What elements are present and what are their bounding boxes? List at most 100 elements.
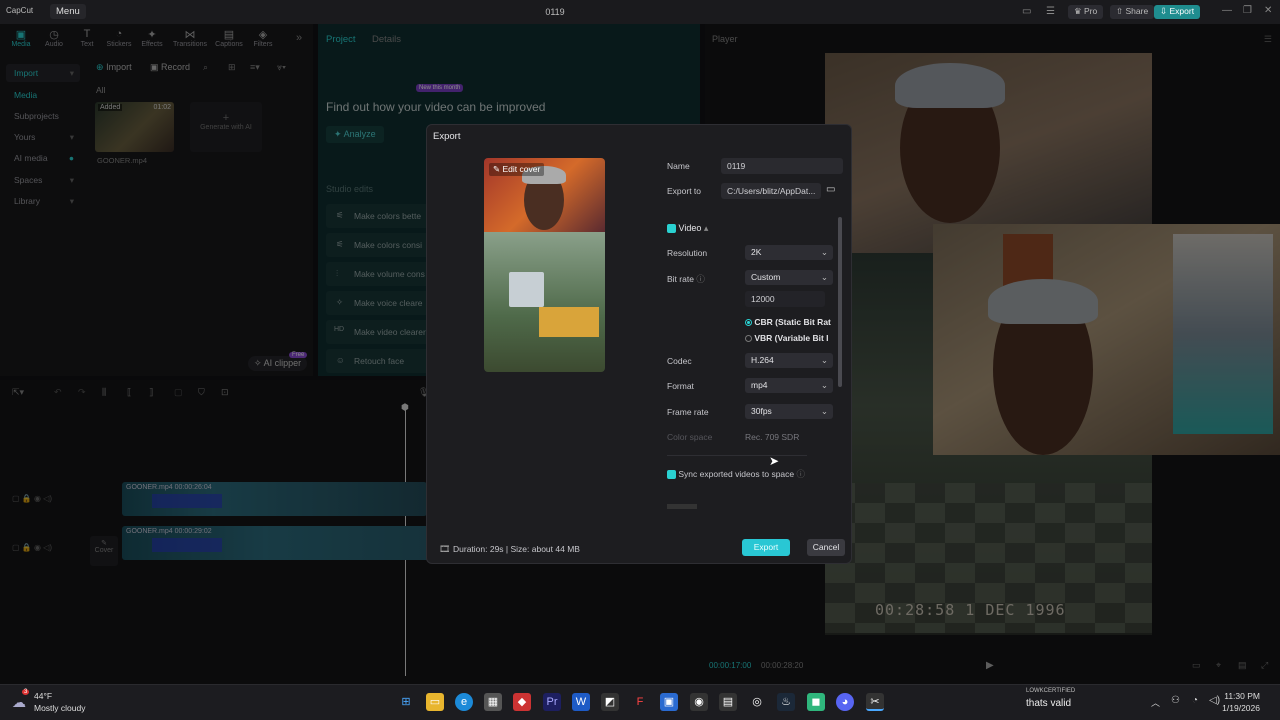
weather-badge: 3 [22, 689, 30, 695]
share-label: Share [1125, 6, 1149, 16]
collapse-icon: ▴ [703, 223, 709, 233]
bitrate-label-wrap: Bit rate ⓘ [667, 273, 705, 285]
colorspace-value: Rec. 709 SDR [745, 432, 800, 442]
file-explorer-icon[interactable]: ▭ [426, 693, 444, 711]
sync-checkbox[interactable] [667, 470, 676, 480]
codec-value: H.264 [751, 355, 774, 365]
window-title: 0119 [545, 7, 565, 17]
tray-chevron-icon[interactable]: ︿ [1151, 696, 1160, 709]
sync-label: Sync exported videos to space [678, 469, 795, 479]
edge-icon[interactable]: e [455, 693, 473, 711]
export-dialog: Export ✎ Edit cover Name 0119 Export to … [426, 124, 852, 564]
cover-preview[interactable]: ✎ Edit cover [484, 158, 605, 372]
chevron-down-icon: ⌄ [820, 272, 828, 282]
info-icon[interactable]: ⓘ [696, 274, 705, 284]
maximize-icon[interactable]: ❐ [1243, 5, 1252, 16]
export-path-value: C:/Users/blitz/AppDat... [727, 186, 816, 196]
bitrate-select[interactable]: Custom ⌄ [745, 270, 833, 285]
volume-icon[interactable]: ◁) [1209, 695, 1220, 706]
video-section-label: Video [678, 223, 702, 233]
name-label: Name [667, 161, 690, 171]
export-to-label: Export to [667, 186, 702, 196]
export-path-input[interactable]: C:/Users/blitz/AppDat... [721, 183, 821, 199]
framerate-value: 30fps [751, 406, 772, 416]
wifi-icon[interactable]: ◔ [1192, 695, 1198, 706]
minimize-icon[interactable]: — [1222, 5, 1232, 16]
resolution-value: 2K [751, 247, 762, 257]
dialog-scrollbar[interactable] [838, 217, 842, 387]
photos-icon[interactable]: ▣ [660, 693, 678, 711]
bitrate-label: Bit rate [667, 274, 694, 284]
taskbar: ☁ 3 44°F Mostly cloudy ⊞ ▭ e ▦ ◆ Pr W ◩ … [0, 684, 1280, 720]
list-icon[interactable]: ☰ [1046, 6, 1055, 17]
steam-icon[interactable]: ♨ [777, 693, 795, 711]
pro-button[interactable]: ♛ Pro [1068, 5, 1104, 19]
antivirus-icon[interactable]: ◆ [513, 693, 531, 711]
mouse-cursor-icon: ➤ [769, 454, 780, 468]
word-icon[interactable]: W [572, 693, 590, 711]
cancel-button[interactable]: Cancel [807, 539, 845, 556]
notification-text[interactable]: thats valid [1026, 698, 1071, 709]
network-icon[interactable]: ⚇ [1171, 695, 1180, 706]
top-export-button[interactable]: ⇩ Export [1154, 5, 1201, 19]
bitrate-value: Custom [751, 272, 781, 282]
codec-label: Codec [667, 356, 692, 366]
bitrate-number-input[interactable]: 12000 [745, 291, 825, 307]
framerate-label: Frame rate [667, 407, 709, 417]
name-input[interactable]: 0119 [721, 158, 843, 174]
discord-icon[interactable]: ◕ [836, 693, 854, 711]
dialog-title: Export [433, 131, 461, 142]
resolution-select[interactable]: 2K ⌄ [745, 245, 833, 260]
export-button[interactable]: Export [742, 539, 790, 556]
edit-icon: ✎ [493, 164, 501, 174]
cbr-label: CBR (Static Bit Rat [754, 317, 831, 327]
audio-section-peek [667, 504, 697, 509]
weather-condition: Mostly cloudy [34, 703, 86, 713]
capcut-icon[interactable]: ✂ [866, 693, 884, 711]
vbr-option[interactable]: VBR (Variable Bit I [745, 333, 829, 343]
close-icon[interactable]: ✕ [1264, 5, 1272, 16]
app-icon[interactable]: ◩ [601, 693, 619, 711]
premiere-icon[interactable]: Pr [543, 693, 561, 711]
chevron-down-icon: ⌄ [820, 355, 828, 365]
store-icon[interactable]: ▦ [484, 693, 502, 711]
calculator-icon[interactable]: ▤ [719, 693, 737, 711]
video-checkbox[interactable] [667, 224, 676, 234]
format-select[interactable]: mp4 ⌄ [745, 378, 833, 393]
cbr-option[interactable]: CBR (Static Bit Rat [745, 317, 831, 327]
top-export-label: Export [1169, 6, 1195, 16]
layout-icon[interactable]: ▭ [1022, 6, 1031, 17]
share-button[interactable]: ⇧ Share [1110, 5, 1155, 19]
folder-icon[interactable]: ▭ [826, 184, 835, 195]
chevron-down-icon: ⌄ [820, 247, 828, 257]
resolution-label: Resolution [667, 248, 708, 258]
video-section-toggle[interactable]: Video ▴ [667, 223, 708, 234]
cancel-button-label: Cancel [812, 542, 840, 552]
codec-select[interactable]: H.264 ⌄ [745, 353, 833, 368]
chevron-down-icon: ⌄ [820, 406, 828, 416]
edit-cover-button[interactable]: ✎ Edit cover [489, 163, 545, 176]
clock-time[interactable]: 11:30 PM [1224, 691, 1260, 701]
export-button-label: Export [753, 542, 779, 552]
obs-icon[interactable]: ◎ [748, 693, 766, 711]
start-icon[interactable]: ⊞ [397, 693, 415, 711]
framerate-select[interactable]: 30fps ⌄ [745, 404, 833, 419]
film-icon: 🎞 [439, 544, 451, 554]
cover-bottom-frame [484, 232, 605, 372]
cbr-radio[interactable] [745, 319, 752, 327]
pro-label: Pro [1083, 6, 1098, 16]
clock-date[interactable]: 1/19/2026 [1222, 703, 1260, 713]
temperature: 44°F [34, 691, 53, 701]
format-label: Format [667, 381, 694, 391]
font-app-icon[interactable]: F [631, 693, 649, 711]
bitrate-number: 12000 [751, 294, 775, 304]
colorspace-label: Color space [667, 432, 713, 442]
format-value: mp4 [751, 380, 768, 390]
divider [667, 455, 807, 456]
chat-app-icon[interactable]: ◼ [807, 693, 825, 711]
audio-app-icon[interactable]: ◉ [690, 693, 708, 711]
vbr-radio[interactable] [745, 335, 752, 343]
info-icon[interactable]: ⓘ [797, 469, 806, 479]
edit-cover-label: Edit cover [502, 164, 541, 174]
sync-option[interactable]: Sync exported videos to space ⓘ [667, 468, 805, 480]
